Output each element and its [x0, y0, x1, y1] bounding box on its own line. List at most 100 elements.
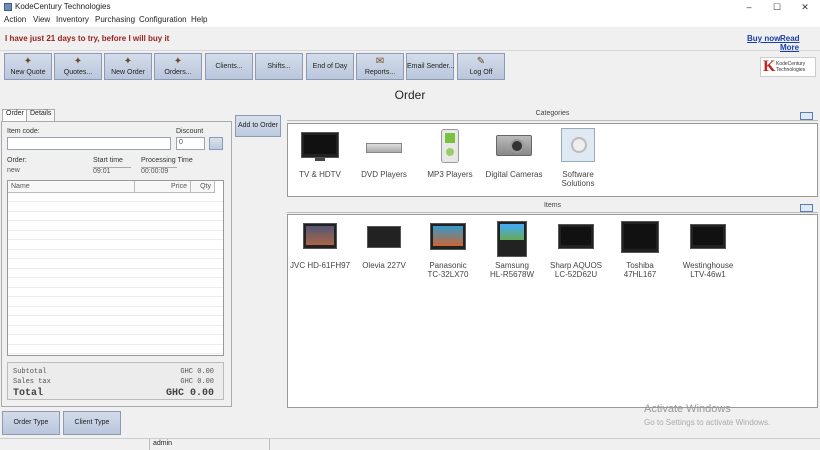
product-model: LTV-46w1 — [690, 270, 726, 279]
window-title: KodeCentury Technologies — [15, 2, 111, 11]
product-model: TC-32LX70 — [427, 270, 469, 279]
clients-button[interactable]: Clients... — [205, 53, 253, 80]
orders-button[interactable]: ✦ Orders... — [154, 53, 202, 80]
tv-icon — [301, 132, 339, 158]
items-header: Items — [287, 202, 818, 213]
table-row — [8, 231, 223, 240]
table-row — [8, 345, 223, 354]
sales-tax-label: Sales tax — [13, 378, 51, 386]
product-westinghouse[interactable]: Westinghouse LTV-46w1 — [676, 221, 740, 283]
product-toshiba[interactable]: Toshiba 47HL167 — [610, 221, 670, 283]
close-button[interactable]: ✕ — [798, 1, 812, 13]
buy-now-link[interactable]: Buy now — [747, 34, 780, 43]
tv-icon — [497, 221, 527, 257]
product-sharp[interactable]: Sharp AQUOS LC-52D62U — [546, 221, 606, 283]
product-jvc[interactable]: JVC HD-61FH97 — [290, 221, 350, 283]
items-view-icon[interactable] — [800, 204, 813, 212]
page-title: Order — [394, 88, 426, 102]
camera-icon — [496, 135, 532, 156]
items-title: Items — [543, 202, 562, 209]
shifts-button[interactable]: Shifts... — [255, 53, 303, 80]
column-price[interactable]: Price — [135, 181, 191, 193]
item-code-label: Item code: — [7, 128, 40, 135]
table-row — [8, 193, 223, 202]
order-label: Order: — [7, 157, 27, 164]
table-row — [8, 298, 223, 307]
email-sender-button[interactable]: Email Sender... — [406, 53, 454, 80]
new-quote-icon: ✦ — [23, 56, 33, 67]
activation-title: Activate Windows — [644, 403, 731, 415]
category-software-solutions[interactable]: Software Solutions — [548, 126, 608, 194]
discount-label: Discount — [176, 128, 204, 135]
processing-time-label: Processing Time — [141, 157, 193, 164]
menu-configuration[interactable]: Configuration — [139, 15, 187, 24]
category-digital-cameras[interactable]: Digital Cameras — [484, 126, 544, 194]
product-panasonic[interactable]: Panasonic TC-32LX70 — [418, 221, 478, 283]
orders-icon: ✦ — [173, 56, 183, 67]
category-label: TV & HDTV — [299, 170, 341, 179]
table-row — [8, 307, 223, 316]
tv-icon — [367, 226, 401, 248]
product-name: Sharp AQUOS — [549, 261, 603, 270]
end-of-day-button[interactable]: End of Day — [306, 53, 354, 80]
product-name: Samsung — [495, 261, 529, 270]
minimize-button[interactable]: – — [742, 1, 756, 13]
order-type-button[interactable]: Order Type — [2, 411, 60, 435]
product-name: Toshiba — [626, 261, 654, 270]
reports-icon: ✉ — [375, 56, 385, 67]
product-name: JVC HD-61FH97 — [290, 261, 351, 270]
totals-box: Subtotal GHC 0.00 Sales tax GHC 0.00 Tot… — [7, 362, 224, 400]
activation-subtitle: Go to Settings to activate Windows. — [644, 418, 771, 427]
tab-details[interactable]: Details — [26, 109, 56, 121]
menu-view[interactable]: View — [33, 15, 50, 24]
trial-bar: I have just 21 days to try, before I wil… — [0, 27, 820, 52]
column-qty[interactable]: Qty — [191, 181, 215, 193]
category-label: Software Solutions — [561, 170, 595, 188]
menu-bar: Action View Inventory Purchasing Configu… — [0, 14, 820, 27]
categories-title: Categories — [535, 110, 570, 117]
start-time-label: Start time — [93, 157, 123, 164]
product-samsung[interactable]: Samsung HL-R5678W — [482, 221, 542, 283]
subtotal-value: GHC 0.00 — [180, 368, 214, 376]
quotes-icon: ✦ — [73, 56, 83, 67]
item-code-input[interactable] — [7, 137, 171, 150]
logo-letter: K — [763, 58, 776, 75]
new-order-icon: ✦ — [123, 56, 133, 67]
table-row — [8, 212, 223, 221]
category-label: Digital Cameras — [485, 170, 543, 179]
column-name[interactable]: Name — [8, 181, 135, 193]
category-dvd-players[interactable]: DVD Players — [354, 126, 414, 194]
client-type-button[interactable]: Client Type — [63, 411, 121, 435]
tv-icon — [621, 221, 659, 253]
start-time-value: 09:01 — [93, 167, 131, 175]
new-quote-button[interactable]: ✦ New Quote — [4, 53, 52, 80]
quotes-label: Quotes... — [63, 69, 93, 76]
log-off-button[interactable]: ✎ Log Off — [457, 53, 505, 80]
discount-button[interactable] — [209, 137, 223, 150]
tab-order[interactable]: Order — [2, 109, 28, 121]
menu-purchasing[interactable]: Purchasing — [95, 15, 135, 24]
tv-stand — [315, 158, 325, 161]
quotes-button[interactable]: ✦ Quotes... — [54, 53, 102, 80]
add-to-order-button[interactable]: Add to Order — [235, 115, 281, 137]
category-tv-hdtv[interactable]: TV & HDTV — [290, 126, 350, 194]
read-more-link[interactable]: Read More — [780, 34, 820, 52]
menu-action[interactable]: Action — [4, 15, 26, 24]
categories-view-icon[interactable] — [800, 112, 813, 120]
discount-input[interactable]: 0 — [176, 137, 205, 150]
menu-help[interactable]: Help — [191, 15, 207, 24]
reports-label: Reports... — [364, 69, 396, 76]
table-row — [8, 317, 223, 326]
maximize-button[interactable]: ☐ — [770, 1, 784, 13]
product-olevia[interactable]: Olevia 227V — [354, 221, 414, 283]
table-row — [8, 279, 223, 288]
order-items-table[interactable]: Name Price Qty — [7, 180, 224, 356]
menu-inventory[interactable]: Inventory — [56, 15, 89, 24]
table-row — [8, 269, 223, 278]
clients-label: Clients... — [215, 63, 243, 70]
category-mp3-players[interactable]: MP3 Players — [420, 126, 480, 194]
table-row — [8, 203, 223, 212]
new-order-button[interactable]: ✦ New Order — [104, 53, 152, 80]
reports-button[interactable]: ✉ Reports... — [356, 53, 404, 80]
subtotal-label: Subtotal — [13, 368, 47, 376]
